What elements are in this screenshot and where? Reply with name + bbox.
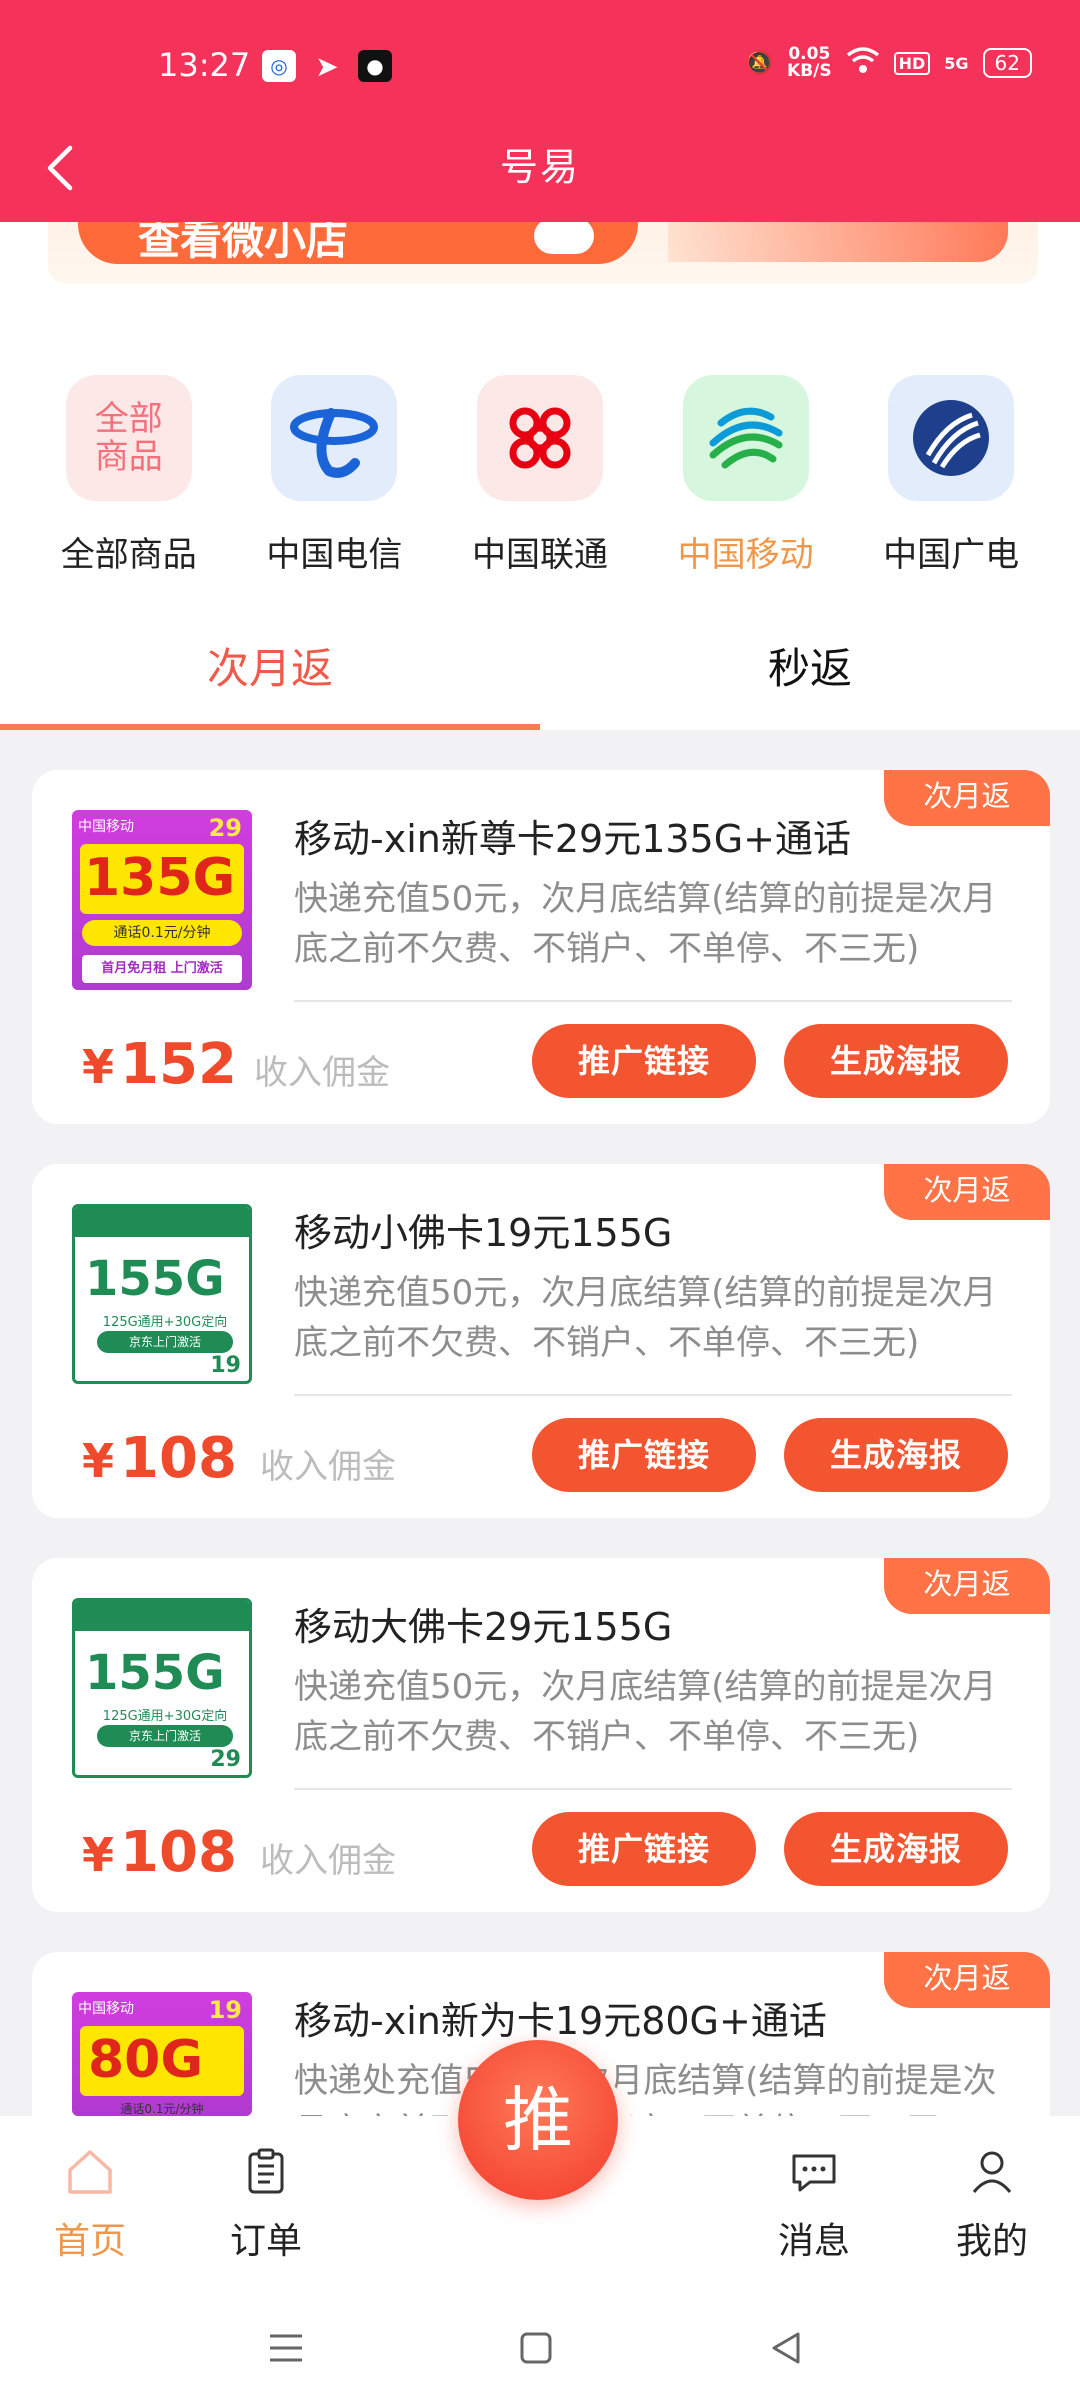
product-card[interactable]: 次月返 155G 125G通用+30G定向 京东上门激活 29 移动大佛卡29元…	[32, 1558, 1050, 1912]
product-title: 移动-xin新为卡19元80G+通话	[294, 1999, 827, 2043]
product-thumbnail: 155G 125G通用+30G定向 京东上门激活 29	[72, 1598, 252, 1778]
china-mobile-logo-icon	[682, 375, 809, 501]
settlement-tabs: 次月返 秒返	[0, 614, 1080, 730]
product-description: 快递充值50元，次月底结算(结算的前提是次月底之前不欠费、不销户、不单停、不三无…	[294, 879, 997, 969]
app-notification-icon: ◎	[262, 50, 296, 82]
telegram-icon: ➤	[315, 49, 339, 83]
category-broadnet[interactable]: 中国广电	[856, 375, 1046, 576]
user-icon	[972, 2151, 1012, 2193]
all-products-icon: 全部 商品	[65, 375, 192, 501]
mute-icon: 🔕	[745, 50, 774, 76]
system-icons: 🔕 0.05 KB/S HD 5G 62	[746, 46, 1032, 80]
settle-badge: 次月返	[884, 1558, 1050, 1614]
generate-poster-button[interactable]: 生成海报	[784, 1418, 1008, 1492]
nav-orders[interactable]: 订单	[186, 2146, 346, 2264]
promote-fab-button[interactable]: 推	[458, 2040, 618, 2200]
china-telecom-logo-icon	[271, 375, 398, 501]
shop-banner[interactable]: 查看微小店	[48, 222, 1038, 284]
product-description: 快递处充值50元，次月底结算(结算的前提是次月底之前不欠费、不销户、不单停、不三…	[294, 2061, 997, 2116]
category-mobile[interactable]: 中国移动	[651, 375, 841, 576]
tab-next-month[interactable]: 次月返	[0, 614, 540, 730]
divider	[294, 1788, 1012, 1790]
arrow-right-icon	[534, 222, 594, 254]
nav-home[interactable]: 首页	[10, 2146, 170, 2264]
promo-link-button[interactable]: 推广链接	[532, 1024, 756, 1098]
divider	[294, 1394, 1012, 1396]
product-title: 移动-xin新尊卡29元135G+通话	[294, 817, 852, 861]
wifi-icon	[846, 46, 880, 80]
robot-app-icon: ●	[358, 50, 392, 82]
product-card[interactable]: 次月返 155G 125G通用+30G定向 京东上门激活 19 移动小佛卡19元…	[32, 1164, 1050, 1518]
product-thumbnail: 中国移动 29 135G 通话0.1元/分钟 首月免月租 上门激活	[72, 810, 252, 990]
page-title: 号易	[499, 145, 580, 189]
clipboard-icon	[248, 2148, 284, 2194]
commission-label: 收入佣金	[260, 1447, 396, 1487]
product-description: 快递充值50元，次月底结算(结算的前提是次月底之前不欠费、不销户、不单停、不三无…	[294, 1273, 997, 1363]
settle-badge: 次月返	[884, 1164, 1050, 1220]
settle-badge: 次月返	[884, 770, 1050, 826]
home-square-icon[interactable]	[506, 2318, 566, 2378]
promo-link-button[interactable]: 推广链接	[532, 1812, 756, 1886]
network-speed: 0.05 KB/S	[787, 44, 832, 81]
battery-icon: 62	[982, 48, 1032, 78]
tab-active-indicator	[0, 724, 540, 730]
tab-instant[interactable]: 秒返	[540, 614, 1080, 730]
back-triangle-icon[interactable]	[756, 2318, 816, 2378]
menu-icon[interactable]	[256, 2318, 316, 2378]
banner-decoration	[668, 222, 1008, 262]
app-header: 13:27 ◎ ➤ ● 🔕 0.05 KB/S HD 5G 62 号易	[0, 0, 1080, 222]
product-thumbnail: 155G 125G通用+30G定向 京东上门激活 19	[72, 1204, 252, 1384]
product-description: 快递充值50元，次月底结算(结算的前提是次月底之前不欠费、不销户、不单停、不三无…	[294, 1667, 997, 1757]
generate-poster-button[interactable]: 生成海报	[784, 1812, 1008, 1886]
commission-label: 收入佣金	[254, 1053, 390, 1093]
divider	[294, 1000, 1012, 1002]
promo-link-button[interactable]: 推广链接	[532, 1418, 756, 1492]
price: ¥108	[82, 1820, 237, 1885]
nav-messages[interactable]: 消息	[734, 2146, 894, 2264]
product-title: 移动小佛卡19元155G	[294, 1211, 673, 1255]
view-shop-button[interactable]: 查看微小店	[78, 222, 638, 264]
generate-poster-button[interactable]: 生成海报	[784, 1024, 1008, 1098]
home-icon	[68, 2150, 112, 2194]
hd-icon: HD	[893, 51, 931, 75]
category-telecom[interactable]: 中国电信	[239, 375, 429, 576]
china-broadnet-logo-icon	[888, 375, 1015, 501]
status-bar: 13:27 ◎ ➤ ● 🔕 0.05 KB/S HD 5G 62	[0, 0, 1080, 130]
price: ¥152	[82, 1032, 237, 1097]
china-unicom-logo-icon	[476, 375, 603, 501]
message-icon	[792, 2154, 836, 2192]
nav-profile[interactable]: 我的	[912, 2146, 1072, 2264]
category-unicom[interactable]: 中国联通	[445, 375, 635, 576]
settle-badge: 次月返	[884, 1952, 1050, 2008]
status-time: 13:27	[158, 46, 251, 84]
product-thumbnail: 中国移动 19 80G 通话0.1元/分钟	[72, 1992, 252, 2116]
category-row: 全部 商品 全部商品 中国电信 中国联通 中国移动 中国广电	[0, 375, 1080, 576]
signal-icon: 5G	[944, 53, 969, 73]
product-title: 移动大佛卡29元155G	[294, 1605, 673, 1649]
product-card[interactable]: 次月返 中国移动 29 135G 通话0.1元/分钟 首月免月租 上门激活 移动…	[32, 770, 1050, 1124]
category-all[interactable]: 全部 商品 全部商品	[34, 375, 224, 576]
system-nav-bar	[0, 2296, 1080, 2400]
commission-label: 收入佣金	[260, 1841, 396, 1881]
notification-icons: ◎ ➤ ●	[262, 49, 392, 83]
price: ¥108	[82, 1426, 237, 1491]
